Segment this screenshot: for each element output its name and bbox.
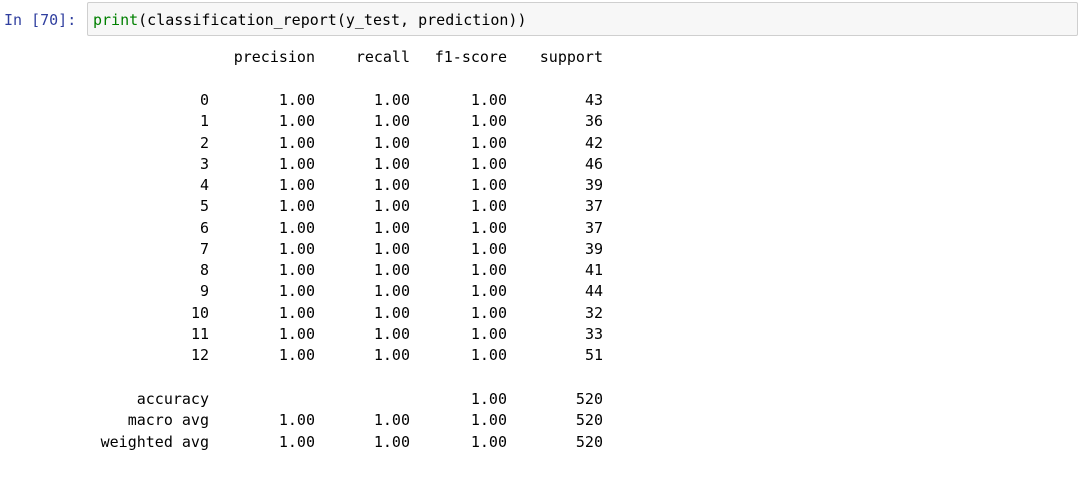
row-f1: 1.00 xyxy=(470,261,507,279)
row-recall: 1.00 xyxy=(373,324,410,343)
row-recall: 1.00 xyxy=(373,91,410,109)
summary-f1: 1.00 xyxy=(470,390,507,408)
row-precision: 1.00 xyxy=(278,197,315,216)
row-label: 6 xyxy=(199,218,209,237)
row-f1: 1.00 xyxy=(470,218,507,237)
summary-f1: 1.00 xyxy=(470,411,507,430)
row-recall: 1.00 xyxy=(373,303,410,322)
row-recall: 1.00 xyxy=(373,197,410,216)
row-precision: 1.00 xyxy=(278,176,315,194)
row-recall: 1.00 xyxy=(373,133,410,152)
row-support: 37 xyxy=(584,218,603,237)
row-label: 7 xyxy=(199,239,209,258)
summary-label: weighted avg xyxy=(100,432,209,451)
summary-f1: 1.00 xyxy=(470,432,507,451)
row-precision: 1.00 xyxy=(278,261,315,279)
code-cell-input[interactable]: print(classification_report(y_test, pred… xyxy=(87,2,1078,36)
code-args: (classification_report(y_test, predictio… xyxy=(138,11,527,29)
row-label: 4 xyxy=(199,176,209,194)
row-support: 51 xyxy=(584,346,603,364)
row-f1: 1.00 xyxy=(470,346,507,364)
row-label: 0 xyxy=(199,91,209,109)
row-recall: 1.00 xyxy=(373,261,410,279)
row-support: 44 xyxy=(584,282,603,301)
row-precision: 1.00 xyxy=(278,324,315,343)
row-label: 2 xyxy=(199,133,209,152)
row-precision: 1.00 xyxy=(278,282,315,301)
row-f1: 1.00 xyxy=(470,239,507,258)
row-label: 11 xyxy=(190,324,209,343)
code-line: print(classification_report(y_test, pred… xyxy=(93,10,526,30)
row-recall: 1.00 xyxy=(373,112,410,131)
row-label: 3 xyxy=(199,154,209,173)
row-precision: 1.00 xyxy=(278,346,315,364)
row-label: 1 xyxy=(199,112,209,131)
report-header-recall: recall xyxy=(355,48,410,66)
row-precision: 1.00 xyxy=(278,303,315,322)
row-label: 12 xyxy=(190,346,209,364)
row-recall: 1.00 xyxy=(373,282,410,301)
row-f1: 1.00 xyxy=(470,91,507,109)
row-f1: 1.00 xyxy=(470,282,507,301)
row-precision: 1.00 xyxy=(278,218,315,237)
row-label: 8 xyxy=(199,261,209,279)
row-support: 43 xyxy=(584,91,603,109)
code-builtin-print: print xyxy=(93,11,139,29)
row-support: 41 xyxy=(584,261,603,279)
summary-recall: 1.00 xyxy=(373,432,410,451)
row-precision: 1.00 xyxy=(278,91,315,109)
row-support: 39 xyxy=(584,239,603,258)
summary-support: 520 xyxy=(575,432,603,451)
summary-support: 520 xyxy=(575,390,603,408)
summary-label: macro avg xyxy=(127,411,209,430)
row-precision: 1.00 xyxy=(278,154,315,173)
row-f1: 1.00 xyxy=(470,324,507,343)
row-recall: 1.00 xyxy=(373,218,410,237)
row-f1: 1.00 xyxy=(470,176,507,194)
row-f1: 1.00 xyxy=(470,133,507,152)
summary-recall: 1.00 xyxy=(373,411,410,430)
row-support: 36 xyxy=(584,112,603,131)
row-label: 9 xyxy=(199,282,209,301)
summary-support: 520 xyxy=(575,411,603,430)
row-precision: 1.00 xyxy=(278,133,315,152)
row-recall: 1.00 xyxy=(373,154,410,173)
row-precision: 1.00 xyxy=(278,112,315,131)
row-recall: 1.00 xyxy=(373,239,410,258)
row-f1: 1.00 xyxy=(470,154,507,173)
row-recall: 1.00 xyxy=(373,176,410,194)
row-f1: 1.00 xyxy=(470,303,507,322)
row-f1: 1.00 xyxy=(470,112,507,131)
row-precision: 1.00 xyxy=(278,239,315,258)
row-recall: 1.00 xyxy=(373,346,410,364)
summary-label: accuracy xyxy=(136,390,209,408)
report-header-support: support xyxy=(539,48,603,66)
row-support: 37 xyxy=(584,197,603,216)
row-support: 33 xyxy=(584,324,603,343)
row-support: 32 xyxy=(584,303,603,322)
summary-precision: 1.00 xyxy=(278,432,315,451)
row-support: 39 xyxy=(584,176,603,194)
report-header-f1score: f1-score xyxy=(434,48,507,66)
row-f1: 1.00 xyxy=(470,197,507,216)
row-label: 10 xyxy=(190,303,209,322)
row-label: 5 xyxy=(199,197,209,216)
row-support: 42 xyxy=(584,133,603,152)
summary-precision: 1.00 xyxy=(278,411,315,430)
input-prompt: In [70]: xyxy=(4,11,77,29)
row-support: 46 xyxy=(584,154,603,173)
report-header-precision: precision xyxy=(233,48,315,66)
